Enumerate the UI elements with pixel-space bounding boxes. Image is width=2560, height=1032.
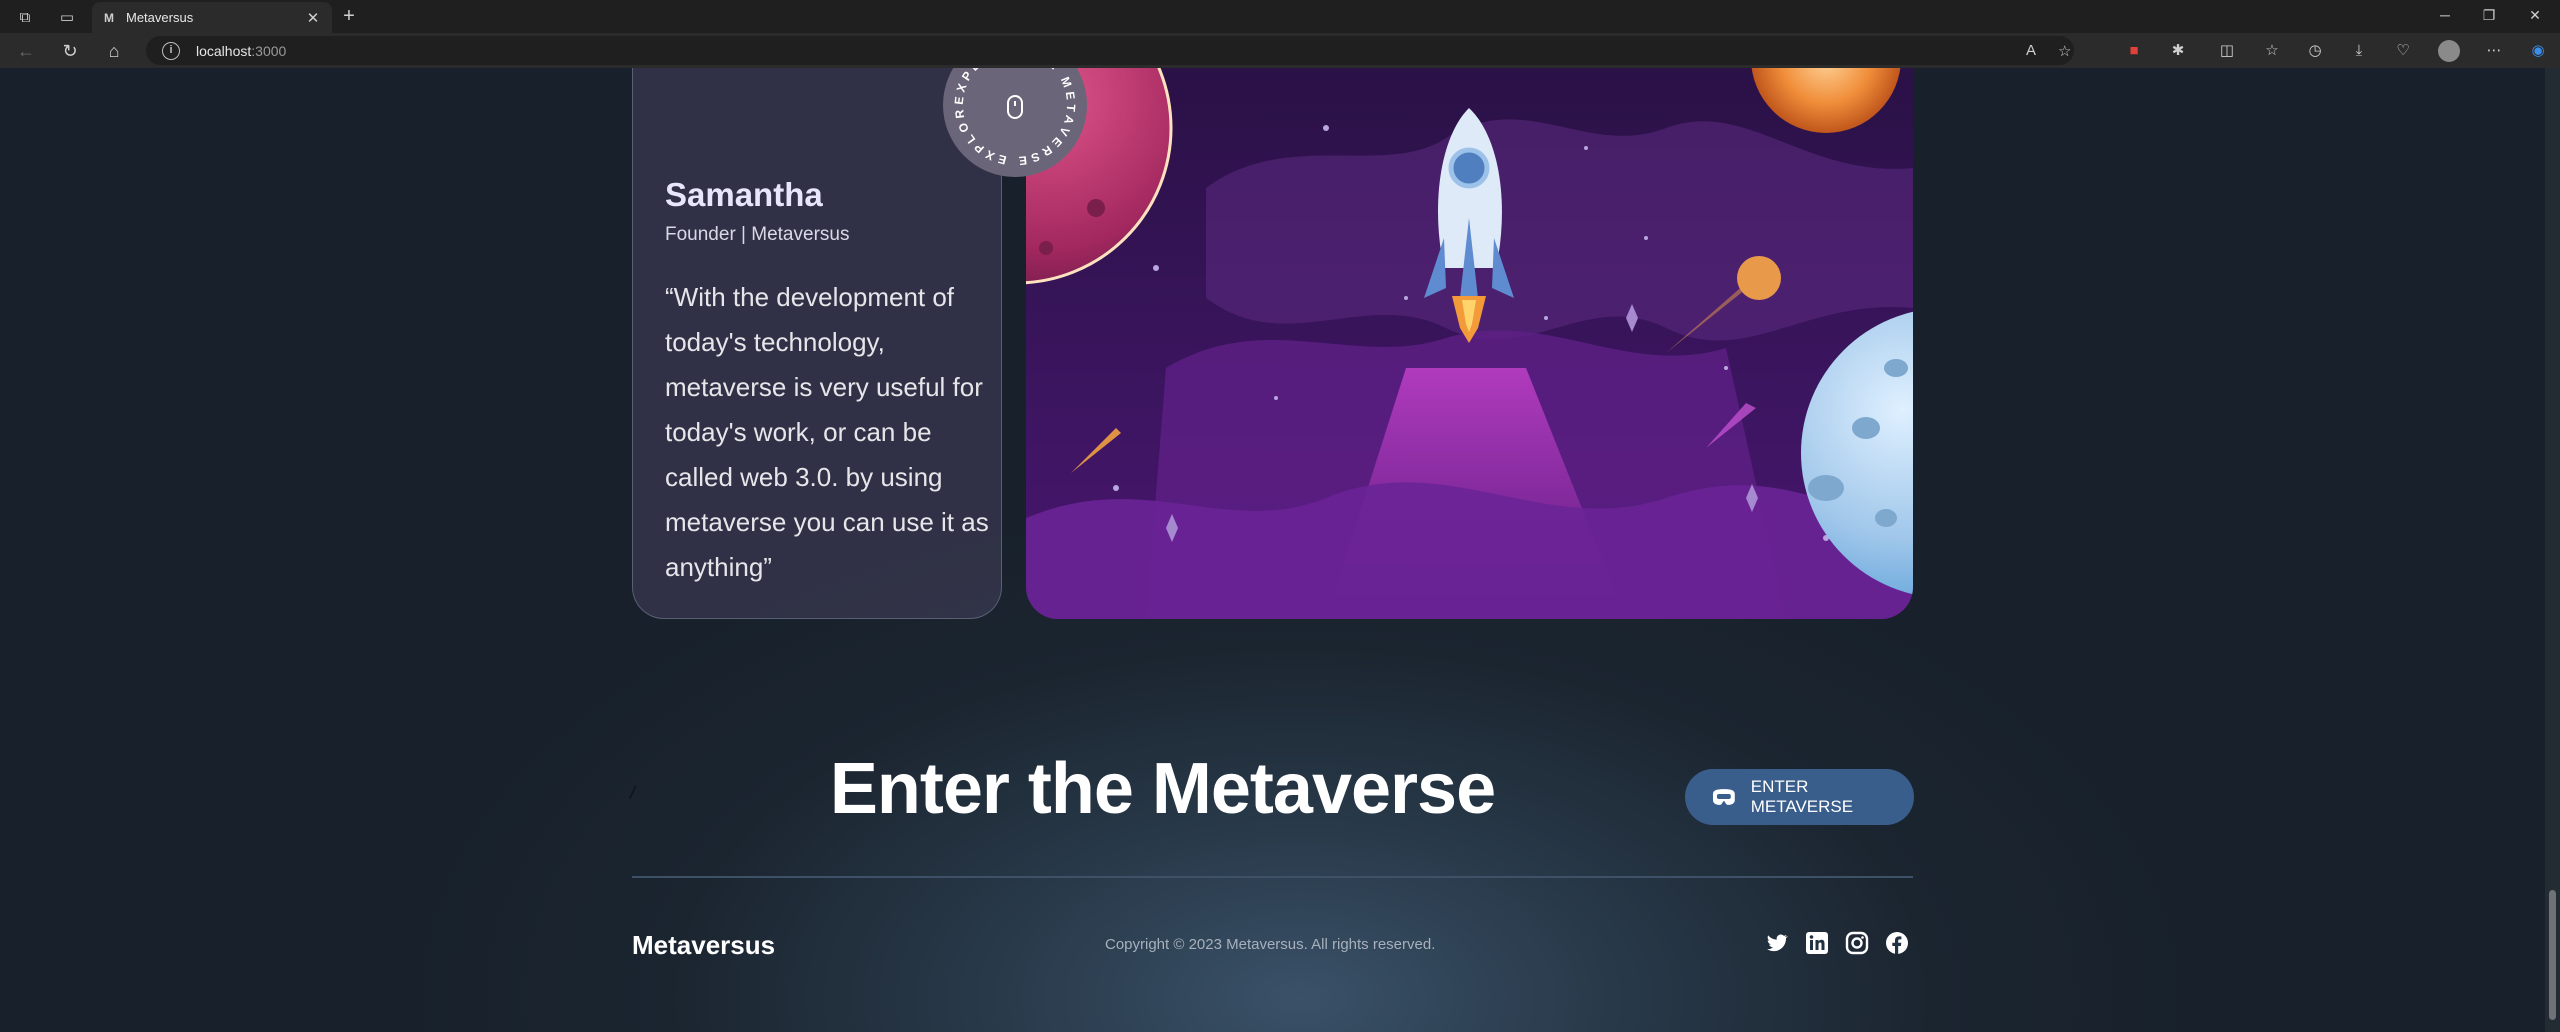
copilot-icon[interactable]: ◉ <box>2526 39 2550 63</box>
linkedin-icon[interactable] <box>1805 931 1829 955</box>
home-button[interactable]: ⌂ <box>102 39 126 63</box>
history-icon[interactable]: ◷ <box>2303 39 2327 63</box>
space-illustration-svg <box>1026 68 1913 619</box>
workspaces-icon[interactable]: ⧉ <box>14 6 36 28</box>
address-url: localhost:3000 <box>196 42 287 59</box>
read-aloud-icon[interactable]: A <box>2026 36 2036 65</box>
explore-badge-svg: EXPLORE THE METAVERSE EXPLORE THE METAVE… <box>942 68 1087 177</box>
instagram-icon[interactable] <box>1845 931 1869 955</box>
performance-icon[interactable]: ♡ <box>2391 39 2415 63</box>
extension-red-icon[interactable]: ■ <box>2122 39 2146 63</box>
enter-metaverse-label: ENTER METAVERSE <box>1750 777 1854 816</box>
feedback-name: Samantha <box>665 176 823 213</box>
address-bar[interactable]: i localhost:3000 A ☆ <box>146 36 2074 65</box>
enter-metaverse-button[interactable]: ENTER METAVERSE <box>1685 769 1914 825</box>
favorites-icon[interactable]: ☆ <box>2260 39 2284 63</box>
planet-rocket-illustration <box>1026 68 1913 619</box>
reload-button[interactable]: ↻ <box>58 39 82 63</box>
page-viewport: Samantha Founder | Metaversus “With the … <box>0 68 2545 1032</box>
metaversus-favicon-icon: M <box>104 10 114 25</box>
browser-toolbar: ← ↻ ⌂ i localhost:3000 A ☆ ■ ✱ ◫ ☆ ◷ ⤓ ♡… <box>0 33 2560 68</box>
facebook-icon[interactable] <box>1885 931 1909 955</box>
profile-avatar[interactable] <box>2438 40 2460 62</box>
footer-copyright: Copyright © 2023 Metaversus. All rights … <box>1105 936 1436 953</box>
scrollbar-thumb[interactable] <box>2549 890 2556 1020</box>
browser-titlebar: ⧉ ▭ M Metaversus ✕ + ─ ❐ ✕ <box>0 0 2560 33</box>
tab-actions-icon[interactable]: ▭ <box>56 6 78 28</box>
footer-divider <box>632 876 1913 878</box>
new-tab-button[interactable]: + <box>338 5 360 27</box>
vr-headset-icon <box>1712 789 1735 805</box>
social-links <box>1765 931 1909 955</box>
back-button[interactable]: ← <box>14 39 38 63</box>
footer-brand[interactable]: Metaversus <box>632 930 775 961</box>
minimize-button[interactable]: ─ <box>2434 4 2456 26</box>
enter-metaverse-title: Enter the Metaverse <box>829 749 1496 829</box>
close-window-button[interactable]: ✕ <box>2524 4 2546 26</box>
tab-title: Metaversus <box>126 10 194 25</box>
browser-tab-active[interactable]: M Metaversus ✕ <box>92 2 332 33</box>
split-screen-icon[interactable]: ◫ <box>2215 39 2239 63</box>
downloads-icon[interactable]: ⤓ <box>2347 39 2371 63</box>
explore-metaverse-badge: EXPLORE THE METAVERSE EXPLORE THE METAVE… <box>942 68 1088 178</box>
extensions-puzzle-icon[interactable]: ✱ <box>2166 39 2190 63</box>
twitter-icon[interactable] <box>1765 931 1789 955</box>
restore-button[interactable]: ❐ <box>2478 4 2500 26</box>
favorite-star-icon[interactable]: ☆ <box>2058 36 2071 65</box>
page-scrollbar[interactable] <box>2545 68 2560 1032</box>
feedback-quote: “With the development of today's technol… <box>665 282 989 582</box>
close-tab-icon[interactable]: ✕ <box>304 9 322 27</box>
feedback-role: Founder | Metaversus <box>665 224 850 245</box>
site-info-icon[interactable]: i <box>162 41 180 60</box>
more-menu-icon[interactable]: ⋯ <box>2482 39 2506 63</box>
